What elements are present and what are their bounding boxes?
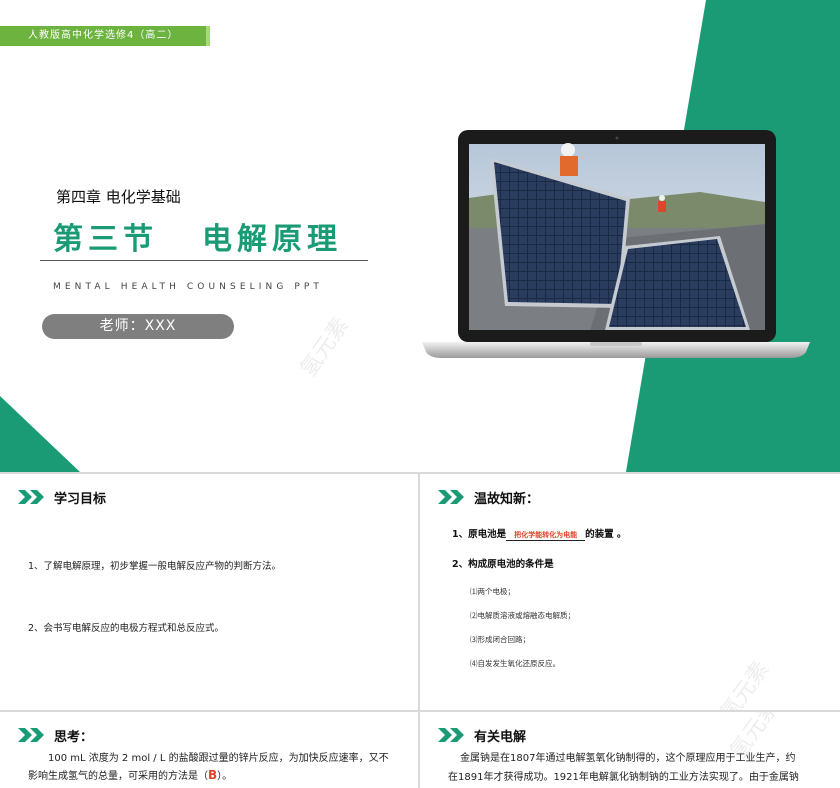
think-line-1: 100 mL 浓度为 2 mol / L 的盐酸跟过量的锌片反应，为加快反应速率… bbox=[48, 753, 389, 764]
teacher-label: 老师：XXX bbox=[42, 314, 234, 339]
thinking-slide[interactable]: 思考： 100 mL 浓度为 2 mol / L 的盐酸跟过量的锌片反应，为加快… bbox=[0, 712, 418, 788]
think-line-2-suffix: ）。 bbox=[217, 771, 233, 782]
think-line-2: 影响生成氢气的总量，可采用的方法是（B）。 bbox=[28, 767, 408, 785]
learning-goals-slide[interactable]: 学习目标 1、了解电解原理，初步掌握一般电解反应产物的判断方法。 2、会书写电解… bbox=[0, 474, 418, 710]
electrolysis-title: 有关电解 bbox=[474, 729, 527, 745]
condition-2: ⑵电解质溶液或熔融态电解质； bbox=[470, 611, 575, 620]
think-line-2-prefix: 影响生成氢气的总量，可采用的方法是（ bbox=[28, 771, 208, 782]
watermark: 氢元素 bbox=[715, 657, 775, 710]
double-chevron-icon bbox=[18, 728, 44, 742]
review-slide[interactable]: 温故知新： 1、原电池是 把化学能转化为电能 的装置 。 2、构成原电池的条件是 ⑴… bbox=[420, 474, 840, 710]
review-question-2: 2、构成原电池的条件是 bbox=[452, 559, 554, 570]
goals-title: 学习目标 bbox=[54, 491, 107, 507]
goal-item-1: 1、了解电解原理，初步掌握一般电解反应产物的判断方法。 bbox=[28, 561, 282, 572]
double-chevron-icon bbox=[438, 728, 464, 742]
electrolysis-line-1: 金属钠是在1807年通过电解氢氧化钠制得的，这个原理应用于工业生产，约 bbox=[460, 753, 796, 764]
laptop-image bbox=[422, 130, 810, 358]
condition-1: ⑴两个电极； bbox=[470, 587, 515, 596]
section-name: 电解原理 bbox=[202, 222, 342, 257]
course-tag: 人教版高中化学选修4（高二） bbox=[0, 26, 210, 46]
goals-header: 学习目标 bbox=[18, 487, 106, 507]
review-header: 温故知新： bbox=[438, 487, 539, 507]
electrolysis-header: 有关电解 bbox=[438, 725, 526, 745]
section-number: 第三节 bbox=[53, 222, 158, 257]
section-title: 第三节 电解原理 bbox=[53, 214, 342, 258]
title-divider bbox=[40, 260, 368, 261]
q1-answer: 把化学能转化为电能 bbox=[506, 530, 586, 541]
english-subtitle: MENTAL HEALTH COUNSELING PPT bbox=[53, 282, 324, 292]
condition-4: ⑷自发发生氧化还原反应。 bbox=[470, 659, 560, 668]
review-question-1: 1、原电池是 把化学能转化为电能 的装置 。 bbox=[452, 526, 626, 541]
cover-slide[interactable]: 人教版高中化学选修4（高二） 第四章 电化学基础 第三节 电解原理 MENTAL … bbox=[0, 0, 840, 472]
chapter-title: 第四章 电化学基础 bbox=[56, 188, 181, 206]
electrolysis-line-2: 在1891年才获得成功。1921年电解氯化钠制钠的工业方法实现了。由于金属钠 bbox=[448, 772, 799, 783]
think-title: 思考： bbox=[54, 729, 94, 745]
think-header: 思考： bbox=[18, 725, 93, 745]
think-answer: B bbox=[208, 768, 218, 782]
condition-3: ⑶形成闭合回路； bbox=[470, 635, 530, 644]
electrolysis-slide[interactable]: 有关电解 金属钠是在1807年通过电解氢氧化钠制得的，这个原理应用于工业生产，约… bbox=[420, 712, 840, 788]
q1-suffix: 的装置 。 bbox=[585, 529, 627, 540]
goal-item-2: 2、会书写电解反应的电极方程式和总反应式。 bbox=[28, 623, 225, 634]
review-title: 温故知新： bbox=[474, 491, 540, 507]
q1-prefix: 1、原电池是 bbox=[452, 529, 507, 540]
double-chevron-icon bbox=[18, 490, 44, 504]
double-chevron-icon bbox=[438, 490, 464, 504]
